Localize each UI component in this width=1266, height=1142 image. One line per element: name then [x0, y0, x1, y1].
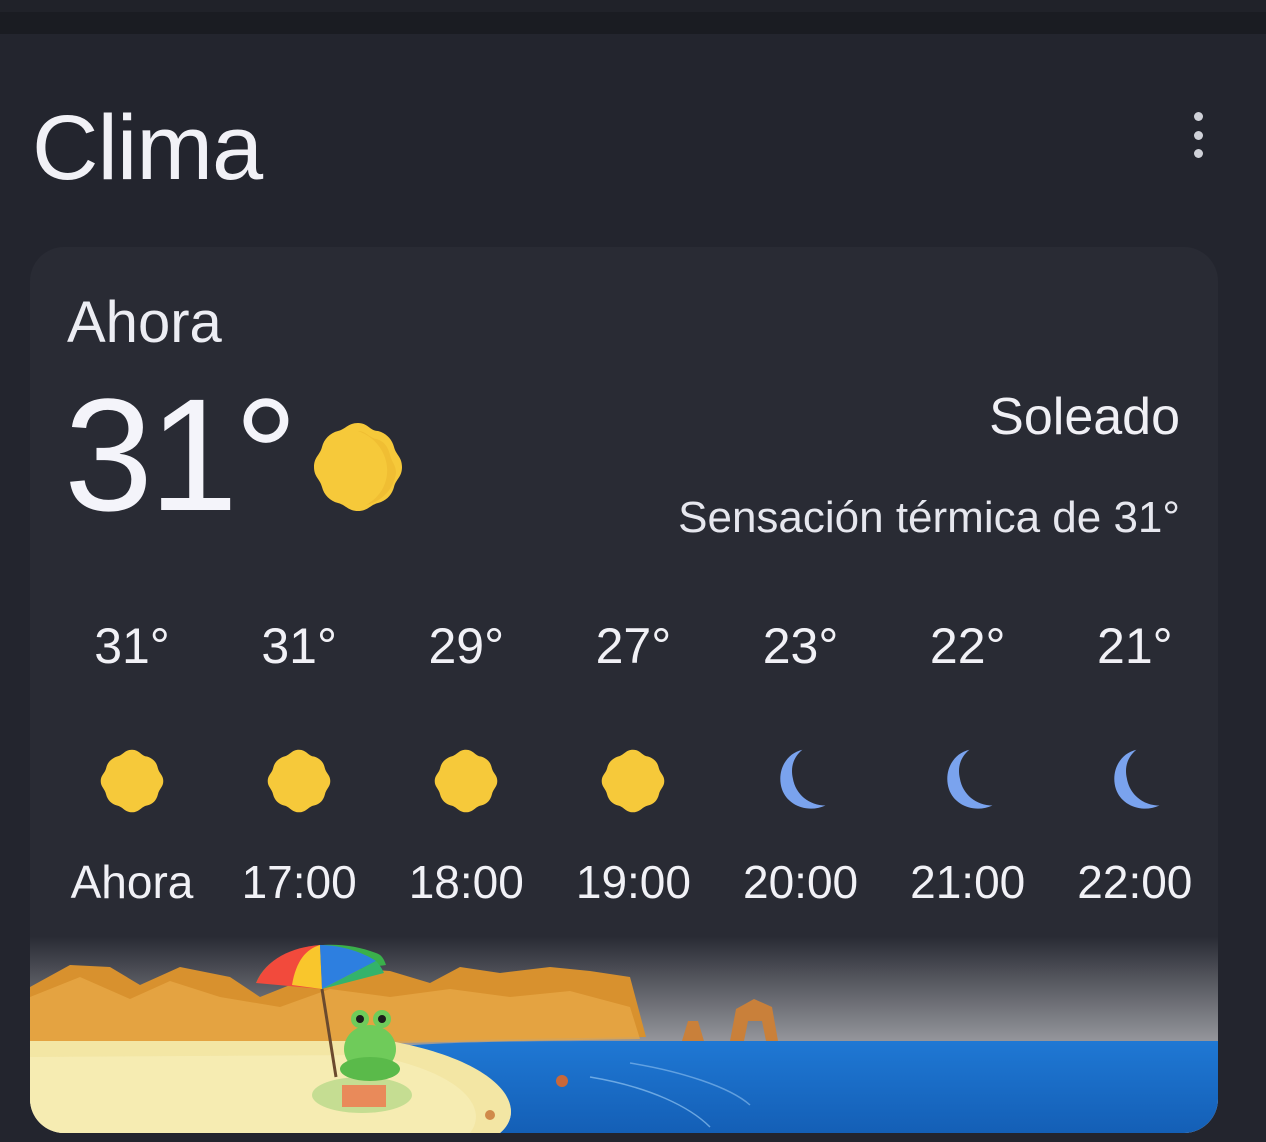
header: Clima: [32, 96, 1232, 199]
hourly-temp: 31°: [94, 618, 170, 674]
hourly-time: 19:00: [575, 856, 691, 908]
hourly-item[interactable]: 23° 20:00: [717, 607, 884, 908]
current-temperature: 31°: [64, 365, 298, 544]
moon-icon: [779, 749, 826, 809]
hourly-item[interactable]: 21° 22:00: [1051, 607, 1218, 908]
sun-icon: [100, 749, 164, 813]
hourly-time: 20:00: [743, 856, 859, 908]
hourly-temp: 22°: [929, 618, 1006, 674]
status-strip: [0, 0, 1266, 12]
hourly-item[interactable]: 29° 18:00: [382, 607, 549, 908]
top-bar: [0, 0, 1266, 34]
hourly-time: 22:00: [1077, 856, 1193, 908]
hourly-time: 21:00: [910, 856, 1026, 908]
hourly-time: Ahora: [70, 856, 194, 908]
sun-icon: [602, 749, 665, 813]
hourly-temp: 27°: [595, 618, 672, 674]
hourly-item[interactable]: 31° Ahora: [48, 607, 215, 908]
weather-card[interactable]: Ahora 31° Soleado Sensación térmica de 3…: [30, 247, 1218, 1133]
more-vert-icon[interactable]: [1182, 112, 1214, 158]
hourly-temp: 21°: [1097, 618, 1173, 674]
hourly-temp: 29°: [428, 618, 505, 674]
moon-icon: [946, 749, 993, 809]
hourly-item[interactable]: 22° 21:00: [884, 607, 1051, 908]
hourly-temp: 23°: [762, 618, 839, 674]
page-title: Clima: [32, 97, 263, 199]
sun-icon: [314, 423, 402, 511]
feels-like-text: Sensación térmica de 31°: [678, 493, 1180, 542]
sun-icon: [435, 749, 498, 813]
hourly-temp: 31°: [261, 618, 337, 674]
hourly-forecast[interactable]: 31° Ahora 31° 17:00 29° 18:00 27° 19:00 …: [48, 607, 1218, 908]
hourly-item[interactable]: 27° 19:00: [549, 607, 716, 908]
condition-text: Soleado: [989, 388, 1180, 446]
hourly-item[interactable]: 31° 17:00: [215, 607, 382, 908]
current-label: Ahora: [67, 290, 222, 355]
hourly-time: 17:00: [241, 856, 357, 908]
hourly-time: 18:00: [408, 856, 524, 908]
beach-illustration: [30, 937, 1218, 1133]
sun-icon: [267, 749, 331, 813]
moon-icon: [1114, 749, 1160, 809]
